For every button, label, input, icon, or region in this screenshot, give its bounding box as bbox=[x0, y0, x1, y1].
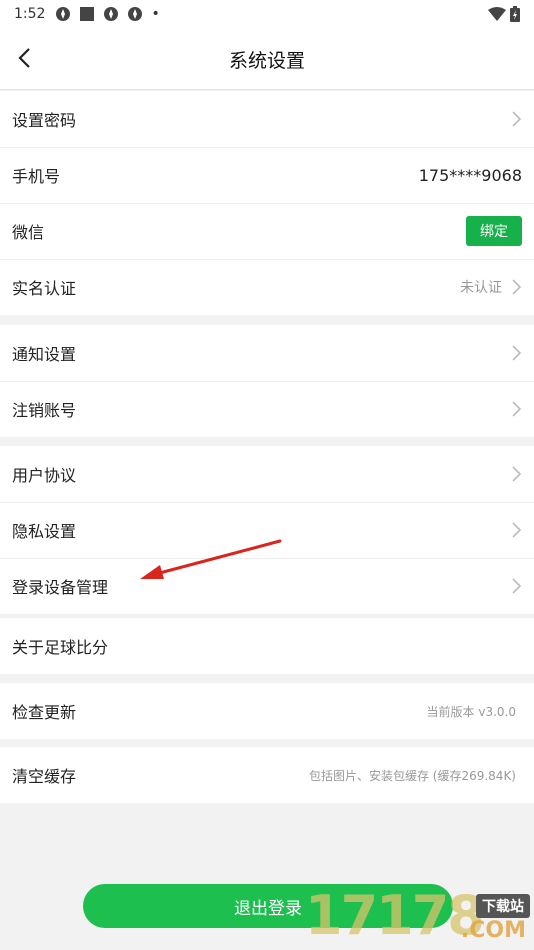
update-group: 检查更新 当前版本 v3.0.0 bbox=[0, 683, 534, 739]
chevron-right-icon bbox=[512, 401, 522, 417]
legal-group: 用户协议 隐私设置 登录设备管理 bbox=[0, 446, 534, 614]
notification-settings-label: 通知设置 bbox=[12, 345, 77, 364]
clear-cache-label: 清空缓存 bbox=[12, 767, 77, 786]
set-password-label: 设置密码 bbox=[12, 111, 77, 130]
user-agreement-row[interactable]: 用户协议 bbox=[0, 446, 534, 502]
privacy-settings-label: 隐私设置 bbox=[12, 522, 77, 541]
user-agreement-label: 用户协议 bbox=[12, 466, 77, 485]
chevron-right-icon bbox=[512, 111, 522, 127]
app-notification-icon bbox=[104, 7, 119, 21]
realname-verification-row[interactable]: 实名认证 未认证 bbox=[0, 259, 534, 315]
square-notification-icon bbox=[80, 7, 95, 21]
annotation-arrow bbox=[140, 539, 282, 579]
cancel-account-row[interactable]: 注销账号 bbox=[0, 381, 534, 437]
app-notification-icon bbox=[128, 7, 143, 21]
cache-group: 清空缓存 包括图片、安装包缓存 (缓存269.84K) bbox=[0, 747, 534, 803]
nav-bar: 系统设置 bbox=[0, 28, 534, 90]
watermark-tag: 下载站 bbox=[476, 894, 530, 918]
chevron-right-icon bbox=[512, 522, 522, 538]
more-notifications-dot: • bbox=[151, 6, 160, 22]
set-password-row[interactable]: 设置密码 bbox=[0, 91, 534, 147]
wifi-icon bbox=[488, 7, 506, 21]
phone-value: 175****9068 bbox=[418, 165, 522, 185]
check-update-row[interactable]: 检查更新 当前版本 v3.0.0 bbox=[0, 683, 534, 739]
about-label: 关于足球比分 bbox=[12, 638, 109, 657]
chevron-right-icon bbox=[512, 345, 522, 361]
realname-label: 实名认证 bbox=[12, 279, 77, 298]
phone-row[interactable]: 手机号 175****9068 bbox=[0, 147, 534, 203]
clear-cache-row[interactable]: 清空缓存 包括图片、安装包缓存 (缓存269.84K) bbox=[0, 747, 534, 803]
wechat-bind-button[interactable]: 绑定 bbox=[466, 216, 522, 246]
page-title: 系统设置 bbox=[228, 50, 305, 72]
device-management-label: 登录设备管理 bbox=[12, 578, 109, 597]
battery-icon bbox=[510, 6, 520, 22]
check-update-label: 检查更新 bbox=[12, 703, 77, 722]
chevron-right-icon bbox=[512, 279, 522, 295]
logout-button[interactable]: 退出登录 bbox=[83, 884, 453, 928]
chevron-right-icon bbox=[512, 578, 522, 594]
account-settings-group: 设置密码 手机号 175****9068 微信 绑定 实名认证 未认证 bbox=[0, 91, 534, 315]
phone-label: 手机号 bbox=[12, 167, 61, 186]
current-version: 当前版本 v3.0.0 bbox=[426, 704, 516, 719]
status-bar: 1:52 • bbox=[0, 0, 534, 28]
watermark-suffix: .COM bbox=[460, 918, 526, 943]
wechat-row: 微信 绑定 bbox=[0, 203, 534, 259]
about-group: 关于足球比分 bbox=[0, 618, 534, 674]
realname-status: 未认证 bbox=[460, 280, 502, 296]
account-management-group: 通知设置 注销账号 bbox=[0, 325, 534, 437]
status-time: 1:52 bbox=[14, 6, 46, 22]
notification-settings-row[interactable]: 通知设置 bbox=[0, 325, 534, 381]
wechat-label: 微信 bbox=[12, 223, 45, 242]
cache-size: 包括图片、安装包缓存 (缓存269.84K) bbox=[308, 768, 516, 783]
chevron-right-icon bbox=[512, 466, 522, 482]
cancel-account-label: 注销账号 bbox=[12, 401, 77, 420]
app-notification-icon bbox=[56, 7, 71, 21]
about-row[interactable]: 关于足球比分 bbox=[0, 618, 534, 674]
